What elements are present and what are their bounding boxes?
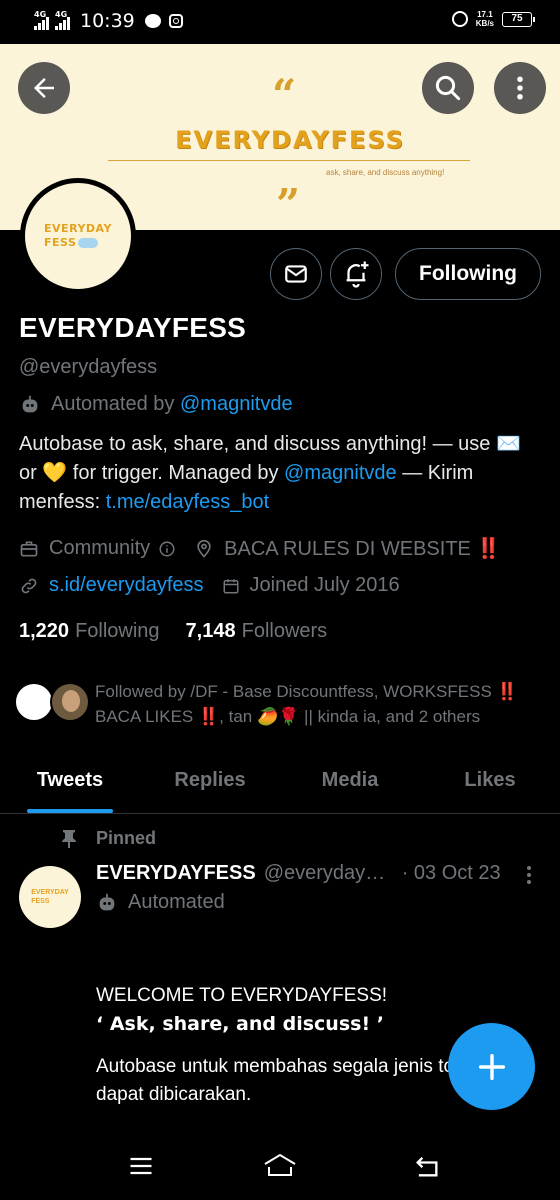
notify-button[interactable]: [330, 248, 382, 300]
profile-meta-row: Community BACA RULES DI WEBSITE ‼️: [19, 536, 501, 561]
message-button[interactable]: [270, 248, 322, 300]
link-icon: [19, 576, 39, 596]
location-label: BACA RULES DI WEBSITE ‼️: [224, 538, 502, 560]
profile-meta-row: s.id/everydayfess Joined July 2016: [19, 574, 400, 597]
more-vertical-icon: [517, 76, 523, 100]
banner-title: EVERYDAYFESS: [175, 126, 405, 154]
tab-likes[interactable]: Likes: [420, 748, 560, 813]
arrow-left-icon: [34, 78, 54, 98]
followers-stat[interactable]: 7,148 Followers: [186, 620, 328, 643]
home-button[interactable]: [262, 1152, 298, 1185]
automated-by-link[interactable]: @magnitvde: [180, 393, 293, 415]
following-stat[interactable]: 1,220 Following: [19, 620, 160, 643]
followed-by-text: Followed by /DF - Base Discountfess, WOR…: [95, 682, 518, 726]
profile-avatar[interactable]: EVERYDAY FESS: [20, 178, 136, 294]
more-options-button[interactable]: [494, 62, 546, 114]
tweet-date[interactable]: · 03 Oct 23: [402, 862, 501, 885]
calendar-icon: [222, 577, 240, 595]
followed-by-section[interactable]: Followed by /DF - Base Discountfess, WOR…: [14, 678, 554, 734]
avatar: [50, 682, 90, 722]
menu-icon: [130, 1157, 152, 1175]
following-button[interactable]: Following: [395, 248, 541, 300]
tweet-author-name[interactable]: EVERYDAYFESS: [96, 862, 256, 885]
banner-open-quote: “: [272, 70, 297, 119]
status-left: 4G 4G 10:39: [34, 10, 183, 32]
tweet-avatar[interactable]: EVERYDAY FESS: [19, 866, 81, 928]
tweet-automated-label: Automated: [96, 891, 225, 914]
instagram-notification-icon: [168, 14, 183, 28]
banner-close-quote: ”: [276, 180, 301, 229]
tweet-author-handle[interactable]: @everydayfess: [264, 862, 388, 885]
status-bar: 4G 4G 10:39 17.1 KB/s 75: [0, 0, 560, 44]
profile-handle: @everydayfess: [19, 356, 158, 378]
back-nav-button[interactable]: [413, 1152, 441, 1185]
bio-mention-link[interactable]: @magnitvde: [284, 462, 397, 484]
chat-notification-icon: [144, 14, 161, 28]
network-type: 4G: [34, 10, 47, 19]
bell-plus-icon: [346, 261, 369, 288]
compose-tweet-button[interactable]: [448, 1023, 535, 1110]
display-name: EVERYDAYFESS: [19, 312, 247, 343]
search-icon: [435, 75, 461, 101]
signal-icon: 4G: [55, 10, 70, 30]
robot-icon: [22, 395, 38, 412]
tab-media[interactable]: Media: [280, 748, 420, 813]
pin-icon: [62, 829, 76, 848]
avatar-logo: EVERYDAY FESS: [31, 889, 69, 905]
network-speed: 17.1 KB/s: [475, 10, 494, 28]
follow-stats: 1,220 Following 7,148 Followers: [19, 620, 353, 643]
follower-avatars: [14, 682, 94, 724]
robot-icon: [99, 893, 115, 910]
category-label[interactable]: Community: [49, 537, 150, 560]
profile-bio: Autobase to ask, share, and discuss anyt…: [19, 433, 521, 513]
info-icon[interactable]: [158, 540, 176, 558]
location-pin-icon: [194, 539, 214, 559]
joined-date: Joined July 2016: [249, 574, 400, 596]
banner-divider: [108, 160, 470, 161]
profile-tabs: Tweets Replies Media Likes: [0, 748, 560, 814]
speech-bubble-icon: [78, 238, 99, 248]
tweet-line: ‘ Ask, share, and discuss! ’: [96, 1013, 384, 1035]
banner-tagline: ask, share, and discuss anything!: [326, 168, 445, 177]
website-link[interactable]: s.id/everydayfess: [49, 574, 204, 597]
clock: 10:39: [80, 10, 135, 32]
plus-icon: [478, 1053, 505, 1080]
more-vertical-icon: [527, 866, 531, 884]
alarm-icon: [451, 11, 468, 27]
system-nav-bar: [0, 1138, 560, 1200]
automated-label: Automated by @magnitvde: [19, 393, 293, 416]
tab-tweets[interactable]: Tweets: [0, 748, 140, 813]
home-icon: [264, 1153, 296, 1176]
signal-icon: 4G: [34, 10, 49, 30]
bio-telegram-link[interactable]: t.me/edayfess_bot: [106, 491, 269, 513]
return-icon: [416, 1157, 438, 1177]
tab-replies[interactable]: Replies: [140, 748, 280, 813]
avatar: [14, 682, 54, 722]
status-right: 17.1 KB/s 75: [451, 10, 535, 28]
recent-apps-button[interactable]: [127, 1152, 155, 1185]
pinned-label: Pinned: [60, 828, 156, 849]
battery-icon: 75: [502, 11, 535, 27]
back-button[interactable]: [18, 62, 70, 114]
tweet-more-button[interactable]: [524, 864, 534, 891]
briefcase-icon: [19, 539, 39, 559]
tweet-line: WELCOME TO EVERYDAYFESS!: [96, 985, 388, 1006]
search-button[interactable]: [422, 62, 474, 114]
avatar-logo: EVERYDAY FESS: [44, 222, 112, 249]
network-type: 4G: [55, 10, 68, 19]
tweet-header: EVERYDAYFESS @everydayfess · 03 Oct 23: [96, 862, 516, 885]
mail-icon: [285, 265, 307, 283]
